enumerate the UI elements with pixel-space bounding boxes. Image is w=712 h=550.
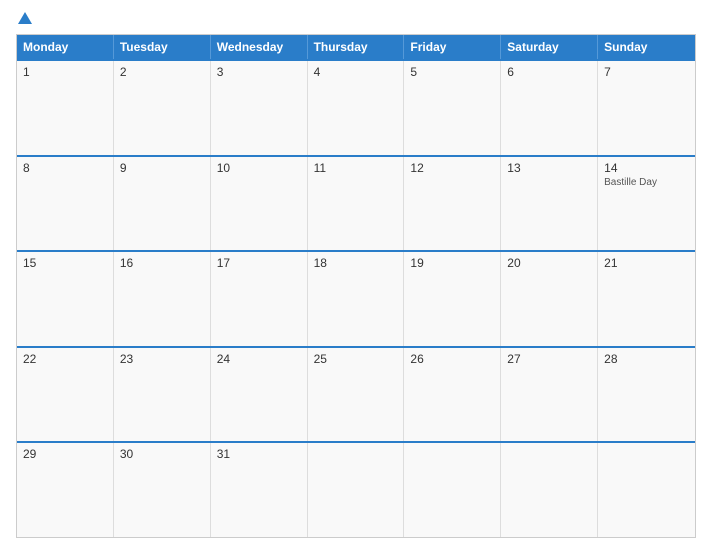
day-number: 17	[217, 256, 301, 270]
day-cell: 17	[211, 252, 308, 346]
day-number: 11	[314, 161, 398, 175]
day-number: 25	[314, 352, 398, 366]
day-cell: 5	[404, 61, 501, 155]
header-saturday: Saturday	[501, 35, 598, 59]
logo	[16, 12, 32, 26]
day-number: 20	[507, 256, 591, 270]
week-row-2: 89 10 11 12 13 14 Bastille Day	[17, 155, 695, 251]
day-cell: 15	[17, 252, 114, 346]
day-cell: 23	[114, 348, 211, 442]
day-cell	[308, 443, 405, 537]
day-number: 7	[604, 65, 689, 79]
day-number: 4	[314, 65, 398, 79]
day-number: 27	[507, 352, 591, 366]
header-friday: Friday	[404, 35, 501, 59]
weekday-header-row: Monday Tuesday Wednesday Thursday Friday…	[17, 35, 695, 59]
day-cell	[404, 443, 501, 537]
day-cell: 30	[114, 443, 211, 537]
day-number: 26	[410, 352, 494, 366]
day-number: 29	[23, 447, 107, 461]
day-cell: 12	[404, 157, 501, 251]
header-tuesday: Tuesday	[114, 35, 211, 59]
day-number: 31	[217, 447, 301, 461]
calendar-body: 1234567891011121314Bastille Day151617181…	[17, 59, 695, 537]
day-number: 9	[120, 161, 204, 175]
day-cell: 26	[404, 348, 501, 442]
day-cell: 9	[114, 157, 211, 251]
day-cell: 22	[17, 348, 114, 442]
day-cell: 10	[211, 157, 308, 251]
day-cell	[598, 443, 695, 537]
header-thursday: Thursday	[308, 35, 405, 59]
day-cell: 31	[211, 443, 308, 537]
day-number: 23	[120, 352, 204, 366]
day-number: 1	[23, 65, 107, 79]
day-number: 22	[23, 352, 107, 366]
day-cell: 18	[308, 252, 405, 346]
header-sunday: Sunday	[598, 35, 695, 59]
day-number: 19	[410, 256, 494, 270]
day-number: 6	[507, 65, 591, 79]
day-number: 10	[217, 161, 301, 175]
week-row-1: 1234567	[17, 59, 695, 155]
day-cell: 13	[501, 157, 598, 251]
day-cell: 4	[308, 61, 405, 155]
calendar-grid: Monday Tuesday Wednesday Thursday Friday…	[16, 34, 696, 538]
header-monday: Monday	[17, 35, 114, 59]
day-cell: 1	[17, 61, 114, 155]
day-cell: 11	[308, 157, 405, 251]
day-number: 14	[604, 161, 689, 175]
week-row-3: 15 16 17 18 19 20 21	[17, 250, 695, 346]
day-number: 15	[23, 256, 107, 270]
day-cell: 14 Bastille Day	[598, 157, 695, 251]
day-number: 24	[217, 352, 301, 366]
day-number: 30	[120, 447, 204, 461]
week-row-4: 22 23 24 25 26 27 28	[17, 346, 695, 442]
day-number: 5	[410, 65, 494, 79]
day-number: 28	[604, 352, 689, 366]
day-cell: 7	[598, 61, 695, 155]
day-number: 2	[120, 65, 204, 79]
day-cell: 6	[501, 61, 598, 155]
day-cell: 16	[114, 252, 211, 346]
day-cell: 19	[404, 252, 501, 346]
day-cell: 8	[17, 157, 114, 251]
logo-triangle-icon	[18, 12, 32, 24]
day-number: 16	[120, 256, 204, 270]
day-cell: 20	[501, 252, 598, 346]
day-cell: 25	[308, 348, 405, 442]
header	[16, 12, 696, 26]
day-number: 3	[217, 65, 301, 79]
week-row-5: 29 30 31	[17, 441, 695, 537]
day-number: 12	[410, 161, 494, 175]
day-cell	[501, 443, 598, 537]
day-number: 13	[507, 161, 591, 175]
header-wednesday: Wednesday	[211, 35, 308, 59]
day-cell: 2	[114, 61, 211, 155]
day-number: 8	[23, 161, 107, 175]
calendar-page: Monday Tuesday Wednesday Thursday Friday…	[0, 0, 712, 550]
day-number: 18	[314, 256, 398, 270]
holiday-label: Bastille Day	[604, 177, 689, 188]
day-cell: 24	[211, 348, 308, 442]
day-cell: 28	[598, 348, 695, 442]
day-cell: 29	[17, 443, 114, 537]
day-cell: 3	[211, 61, 308, 155]
day-cell: 27	[501, 348, 598, 442]
day-number: 21	[604, 256, 689, 270]
day-cell: 21	[598, 252, 695, 346]
